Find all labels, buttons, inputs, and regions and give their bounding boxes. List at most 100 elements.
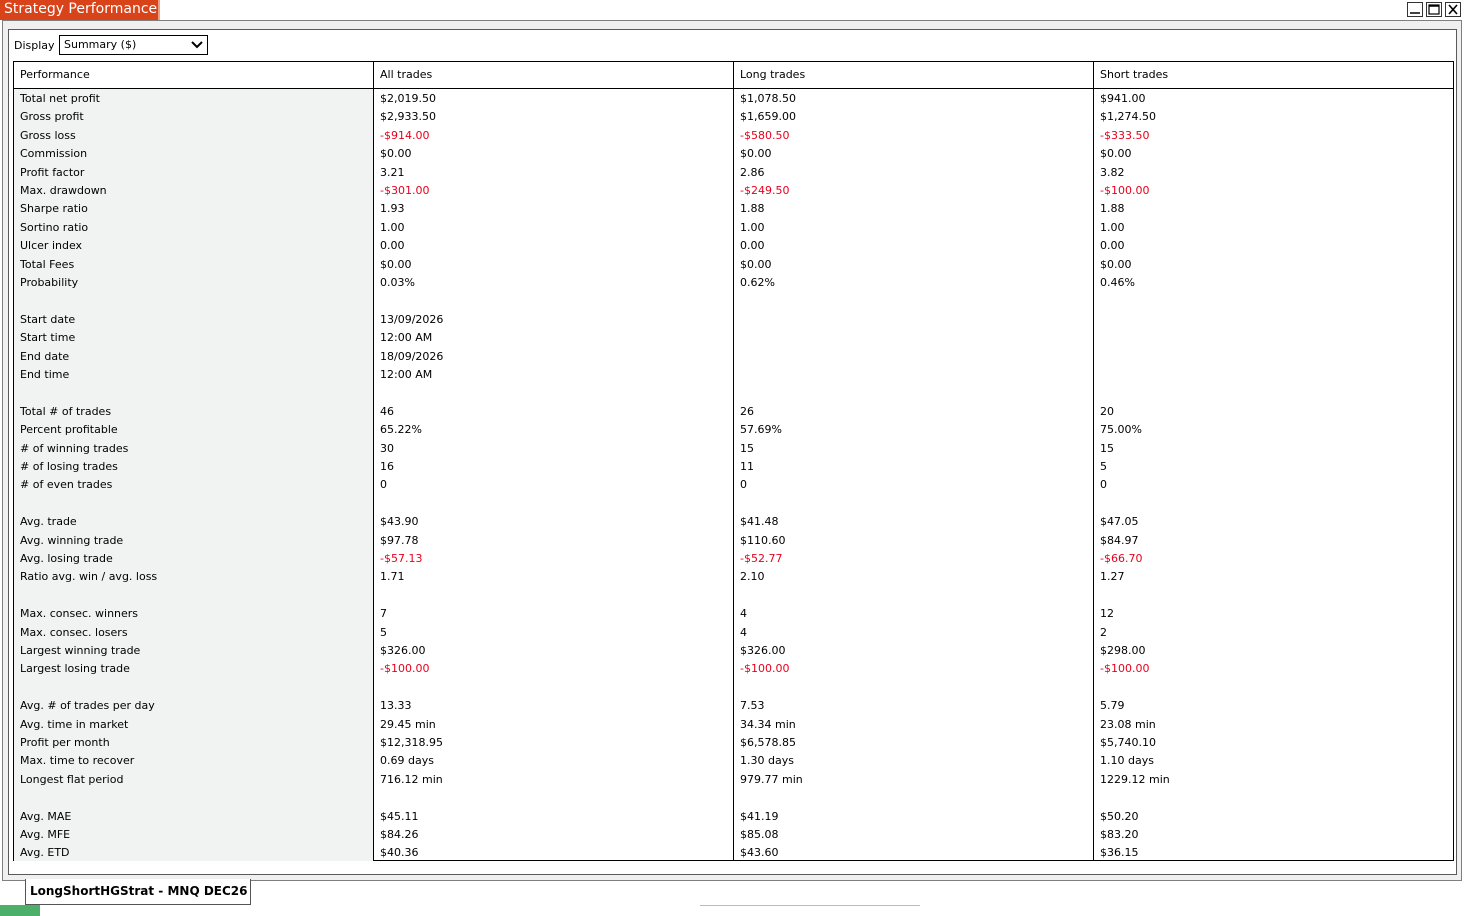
row-label: Avg. MFE <box>20 828 71 841</box>
row-label: Ratio avg. win / avg. loss <box>20 570 158 584</box>
row-label: Profit factor <box>20 165 85 179</box>
cell-short-trades: $298.00 <box>1100 644 1146 657</box>
cell-all-trades: 0.69 days <box>380 754 434 768</box>
row-label: Avg. time in market <box>20 717 129 731</box>
cell-all-trades: -$100.00 <box>380 662 430 676</box>
cell-long-trades: 26 <box>740 404 754 418</box>
header-short-trades[interactable]: Short trades <box>1094 62 1453 89</box>
row-label: Probability <box>20 276 79 289</box>
cell-long-trades: 4 <box>740 625 747 639</box>
cell-short-trades: $941.00 <box>1100 92 1146 105</box>
cell-short-trades: 5.79 <box>1100 699 1125 713</box>
header-performance[interactable]: Performance <box>14 62 374 89</box>
cell-long-trades: $326.00 <box>740 644 786 657</box>
cell-all-trades: $0.00 <box>380 257 412 271</box>
cell-short-trades: 0.46% <box>1100 276 1135 289</box>
header-all-trades[interactable]: All trades <box>374 62 734 89</box>
cell-short-trades: 12 <box>1100 607 1114 621</box>
row-label: # of winning trades <box>20 441 129 455</box>
column-all-trades: $2,019.50 $2,933.50 -$914.00 $0.00 3.21 -$301… <box>374 89 733 861</box>
row-label: Max. consec. losers <box>20 625 128 639</box>
cell-short-trades: -$333.50 <box>1100 128 1150 142</box>
cell-short-trades: 1.00 <box>1100 220 1125 234</box>
column-divider[interactable] <box>373 62 374 861</box>
cell-long-trades: 2.10 <box>740 570 765 584</box>
cell-short-trades: $0.00 <box>1100 257 1132 271</box>
cell-long-trades: $1,659.00 <box>740 110 796 124</box>
cell-long-trades: 979.77 min <box>740 772 803 786</box>
cell-short-trades: 2 <box>1100 625 1107 639</box>
cell-long-trades: 0.00 <box>740 239 765 253</box>
column-divider[interactable] <box>733 62 734 861</box>
cell-long-trades: $1,078.50 <box>740 92 796 105</box>
row-label: Avg. # of trades per day <box>20 699 155 713</box>
cell-all-trades: 12:00 AM <box>380 331 433 345</box>
cell-short-trades: 1229.12 min <box>1100 772 1170 786</box>
strategy-tab[interactable]: LongShortHGStrat - MNQ DEC26 <box>25 879 251 905</box>
cell-short-trades: $47.05 <box>1100 515 1139 529</box>
cell-all-trades: 12:00 AM <box>380 368 433 381</box>
title-bar: Strategy Performance <box>0 0 1466 20</box>
cell-long-trades: 11 <box>740 460 754 473</box>
row-label: Profit per month <box>20 736 110 749</box>
cell-short-trades: 75.00% <box>1100 423 1142 437</box>
cell-all-trades: 1.00 <box>380 220 405 234</box>
cell-all-trades: $45.11 <box>380 809 419 823</box>
cell-all-trades: 3.21 <box>380 165 405 179</box>
minimize-icon <box>1410 12 1420 14</box>
cell-all-trades: $0.00 <box>380 147 412 161</box>
cell-all-trades: 46 <box>380 404 394 418</box>
cell-long-trades: $110.60 <box>740 533 786 547</box>
row-label: Start time <box>20 331 76 345</box>
cell-all-trades: -$914.00 <box>380 128 430 142</box>
row-label: Total Fees <box>20 257 75 271</box>
taskbar-fragment <box>700 905 920 916</box>
row-label: Total net profit <box>20 92 100 105</box>
row-label: Avg. winning trade <box>20 533 124 547</box>
cell-long-trades: 1.00 <box>740 220 765 234</box>
cell-long-trades: 15 <box>740 441 754 455</box>
cell-all-trades: 5 <box>380 625 387 639</box>
cell-short-trades: -$100.00 <box>1100 184 1150 197</box>
cell-short-trades: $36.15 <box>1100 846 1139 860</box>
window-title[interactable]: Strategy Performance <box>0 0 160 20</box>
header-long-trades[interactable]: Long trades <box>734 62 1094 89</box>
cell-long-trades: 1.88 <box>740 202 765 216</box>
cell-long-trades: $41.48 <box>740 515 779 529</box>
cell-short-trades: 1.27 <box>1100 570 1125 584</box>
cell-all-trades: 716.12 min <box>380 772 443 786</box>
cell-short-trades: 0.00 <box>1100 239 1125 253</box>
row-label: Sortino ratio <box>20 220 89 234</box>
cell-long-trades: 1.30 days <box>740 754 794 768</box>
performance-panel: Display Summary ($) Performance All trad… <box>8 29 1457 875</box>
cell-short-trades: 20 <box>1100 404 1114 418</box>
row-label: Avg. losing trade <box>20 552 113 565</box>
cell-short-trades: 15 <box>1100 441 1114 455</box>
cell-all-trades: -$57.13 <box>380 552 423 565</box>
row-label: Max. drawdown <box>20 184 107 197</box>
cell-all-trades: $43.90 <box>380 515 419 529</box>
cell-short-trades: $0.00 <box>1100 147 1132 161</box>
maximize-button[interactable] <box>1426 2 1442 17</box>
row-label: Ulcer index <box>20 239 83 253</box>
cell-long-trades: 7.53 <box>740 699 765 713</box>
cell-all-trades: 18/09/2026 <box>380 349 444 363</box>
cell-long-trades: $6,578.85 <box>740 736 796 749</box>
cell-all-trades: 13/09/2026 <box>380 312 444 326</box>
cell-all-trades: $84.26 <box>380 828 419 841</box>
cell-all-trades: 7 <box>380 607 387 621</box>
cell-long-trades: -$52.77 <box>740 552 783 565</box>
cell-all-trades: 16 <box>380 460 394 473</box>
cell-all-trades: 1.71 <box>380 570 405 584</box>
maximize-icon <box>1428 4 1440 15</box>
cell-long-trades: -$580.50 <box>740 128 790 142</box>
display-select[interactable]: Summary ($) <box>59 35 208 55</box>
minimize-button[interactable] <box>1407 2 1423 17</box>
close-button[interactable] <box>1445 2 1461 17</box>
row-label: Avg. ETD <box>20 846 70 860</box>
cell-long-trades: $41.19 <box>740 809 779 823</box>
column-divider[interactable] <box>1093 62 1094 861</box>
chevron-down-icon <box>191 41 203 49</box>
row-label: Max. time to recover <box>20 754 135 768</box>
cell-long-trades: -$249.50 <box>740 184 790 197</box>
